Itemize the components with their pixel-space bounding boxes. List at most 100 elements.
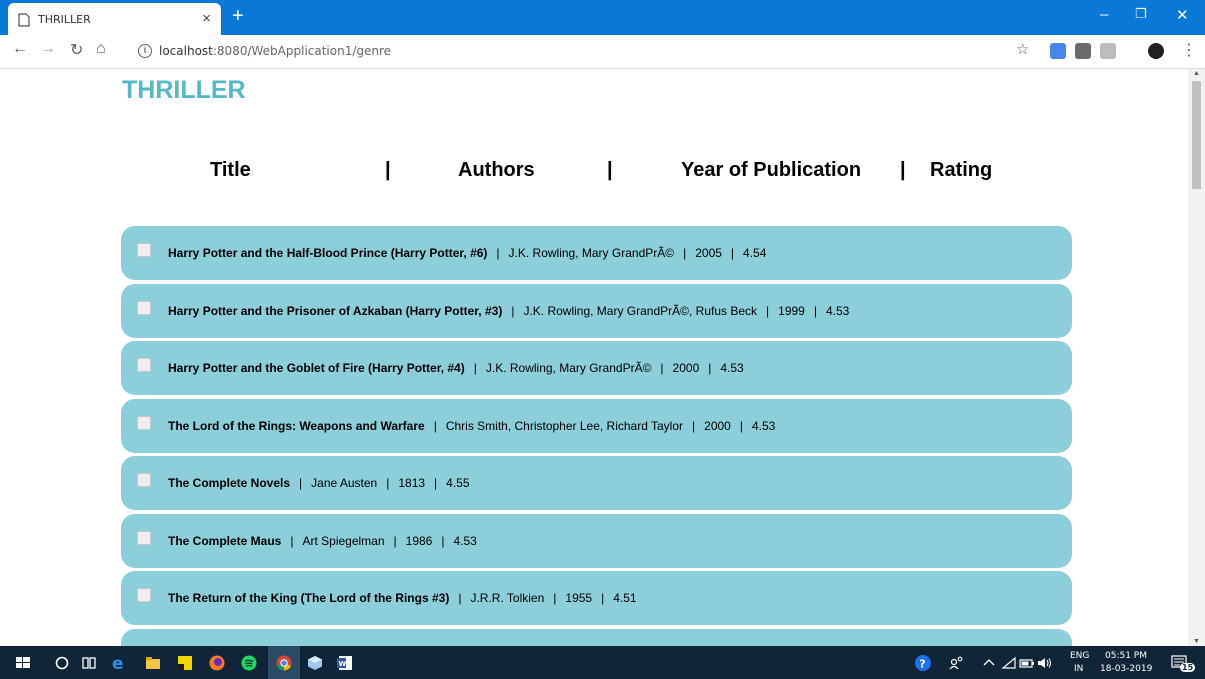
scroll-thumb[interactable] [1192,81,1201,189]
show-hidden-icons-chevron-icon[interactable] [980,654,998,672]
book-checkbox[interactable] [137,300,151,315]
word-icon[interactable]: W [336,654,354,672]
volume-icon[interactable] [1036,654,1054,672]
book-authors: Jane Austen [311,476,378,490]
book-row: The Complete Maus | Art Spiegelman | 1986 | 4.… [121,513,1072,568]
notification-count-badge: 15 [1180,663,1196,672]
book-row: Harry Potter and the Goblet of Fire (Har… [121,341,1072,395]
book-checkbox[interactable] [137,243,151,257]
profile-avatar[interactable] [1148,43,1164,59]
region-indicator[interactable]: IN [1074,664,1083,674]
book-rating: 4.53 [825,303,850,318]
scroll-down-icon[interactable]: ▼ [1193,638,1200,645]
book-rating: 4.53 [453,533,477,548]
header-authors: Authors [458,159,535,181]
book-rating: 4.55 [446,476,470,490]
header-year: Year of Publication [681,159,862,181]
book-title: Harry Potter and the Goblet of Fire (Har… [168,361,465,375]
book-row: Harry Potter and the Prisoner of Azkaban… [121,283,1072,338]
url-text[interactable]: localhost:8080/WebApplication1/genre [159,44,391,58]
header-separator: | [607,159,613,181]
close-window-button[interactable]: ✕ [1176,6,1189,24]
windows-taskbar: e W ? ENG IN 05:51 PM 18-03-2019 15 [0,646,1205,679]
book-rating: 4.54 [743,246,767,260]
reload-icon[interactable]: ↻ [70,40,83,60]
header-title: Title [210,159,251,181]
book-row: The Lord of the Rings: Weapons and Warfa… [121,398,1072,453]
bookmark-star-icon[interactable]: ☆ [1016,40,1029,58]
book-checkbox[interactable] [137,588,151,602]
page-title: THRILLER [122,76,246,104]
book-checkbox[interactable] [137,358,151,372]
book-year: 2000 [704,418,731,433]
book-rating: 4.51 [613,591,637,605]
chrome-icon[interactable] [275,654,293,672]
page-icon [18,13,30,27]
restore-button[interactable]: ❐ [1135,6,1147,22]
edge-browser-icon[interactable]: e [110,654,128,672]
menu-dots-icon[interactable]: ⋮ [1181,40,1197,60]
book-year: 1999 [778,303,805,318]
book-year: 1986 [405,533,433,548]
virtualbox-icon[interactable] [306,654,324,672]
page-viewport: THRILLER Title | Authors | Year of Publi… [0,69,1205,646]
book-title: Harry Potter and the Half-Blood Prince (… [168,246,488,260]
book-title: The Return of the King (The Lord of the … [168,591,450,605]
clock-time[interactable]: 05:51 PM [1105,651,1147,661]
book-year: 2005 [695,246,722,260]
tab-close-button[interactable]: × [202,10,211,27]
header-separator: | [900,159,906,181]
book-row: The Return of the King (The Lord of the … [121,571,1072,625]
spotify-icon[interactable] [240,654,258,672]
forward-arrow-icon[interactable]: → [40,40,56,58]
firefox-icon[interactable] [208,654,226,672]
minimize-button[interactable]: – [1100,6,1108,23]
cortana-search-icon[interactable] [53,654,71,672]
book-title: The Complete Novels [168,476,291,490]
svg-text:W: W [339,660,347,668]
header-rating: Rating [930,159,993,181]
book-checkbox[interactable] [137,415,151,430]
new-tab-button[interactable]: + [232,5,244,27]
book-title: Harry Potter and the Prisoner of Azkaban… [168,303,503,318]
book-row: Harry Potter and the Half-Blood Prince (… [121,226,1072,280]
book-authors: Art Spiegelman [302,533,385,548]
book-row-partial [121,628,1072,646]
windows-start-icon[interactable] [14,654,32,672]
address-bar[interactable]: i localhost:8080/WebApplication1/genre [125,38,1010,66]
book-authors: J.R.R. Tolkien [470,591,545,605]
people-icon[interactable] [948,654,966,672]
book-checkbox[interactable] [137,530,151,545]
file-explorer-icon[interactable] [144,654,162,672]
book-title: The Lord of the Rings: Weapons and Warfa… [168,418,425,433]
language-indicator[interactable]: ENG [1070,651,1089,661]
scroll-up-icon[interactable]: ▲ [1193,70,1200,77]
clock-date[interactable]: 18-03-2019 [1100,664,1152,674]
extension-icon-2[interactable] [1100,43,1116,59]
tab-title: THRILLER [38,13,91,26]
svg-text:?: ? [919,658,925,671]
book-year: 2000 [672,361,700,375]
task-view-icon[interactable] [80,654,98,672]
site-info-icon[interactable]: i [138,44,152,58]
home-icon[interactable]: ⌂ [96,40,106,58]
book-rating: 4.53 [751,418,776,433]
book-list: Harry Potter and the Half-Blood Prince (… [121,226,1072,646]
translate-extension-icon[interactable] [1050,43,1066,59]
browser-tab[interactable]: THRILLER × [8,3,221,35]
wifi-icon[interactable] [1000,654,1018,672]
vertical-scrollbar[interactable]: ▲ ▼ [1188,69,1205,646]
extension-icon[interactable] [1075,43,1091,59]
book-title: The Complete Maus [168,533,282,548]
book-authors: J.K. Rowling, Mary GrandPrÃ© [485,361,652,375]
book-authors: Chris Smith, Christopher Lee, Richard Ta… [445,418,684,433]
book-year: 1955 [565,591,593,605]
battery-icon[interactable] [1018,654,1036,672]
back-arrow-icon[interactable]: ← [12,40,28,58]
browser-title-bar: THRILLER × + – ❐ ✕ [0,0,1205,35]
help-icon[interactable]: ? [914,654,932,672]
sticky-notes-icon[interactable] [176,654,194,672]
book-authors: J.K. Rowling, Mary GrandPrÃ©, Rufus Beck [523,303,758,318]
book-checkbox[interactable] [137,473,151,487]
header-separator: | [385,159,391,181]
